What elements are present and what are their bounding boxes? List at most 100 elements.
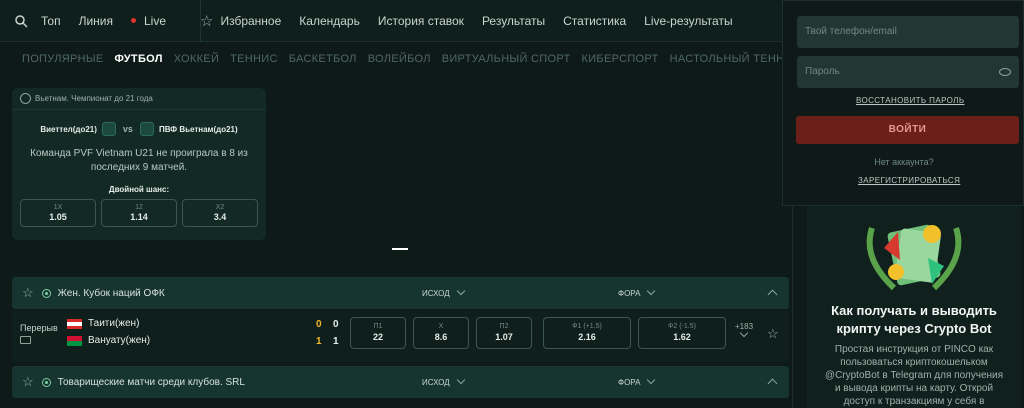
- odd-label: X2: [215, 204, 225, 211]
- tab-popular[interactable]: ПОПУЛЯРНЫЕ: [22, 53, 104, 65]
- tab-football[interactable]: ФУТБОЛ: [115, 53, 163, 65]
- score-team2-total: 1: [333, 336, 339, 347]
- tv-icon[interactable]: [20, 336, 31, 344]
- league-header-srl[interactable]: ☆ Товарищеские матчи среди клубов. SRL И…: [12, 366, 789, 398]
- odd-p1-button[interactable]: П1 22: [350, 317, 406, 349]
- card-home-team: Виеттел(до21): [40, 124, 97, 134]
- nav-statistics[interactable]: Статистика: [563, 14, 626, 28]
- promo-text-line: и вывода крипты на карту. Открой: [834, 383, 994, 394]
- odd-1x-button[interactable]: 1X 1.05: [20, 199, 96, 227]
- handicap-label: ФОРА: [618, 377, 641, 387]
- sidebar-divider: [792, 206, 793, 408]
- money-wreath-icon: [866, 224, 962, 291]
- odd-f2-button[interactable]: Ф2 (-1.5) 1.62: [638, 317, 726, 349]
- card-away-team: ПВФ Вьетнам(до21): [158, 124, 238, 134]
- odd-p2-button[interactable]: П2 1.07: [476, 317, 532, 349]
- chevron-down-icon: [456, 286, 465, 295]
- odd-value: 1.07: [495, 332, 513, 342]
- promo-text-line: Простая инструкция от PINCO как: [834, 344, 994, 355]
- login-button[interactable]: ВОЙТИ: [796, 116, 1019, 144]
- nav-calendar[interactable]: Календарь: [299, 14, 360, 28]
- score-team1-half: 0: [316, 319, 322, 330]
- chevron-down-icon: [739, 328, 749, 338]
- team1-name: Таити(жен): [88, 318, 140, 329]
- home-team-logo-icon: [101, 122, 116, 136]
- nav-bet-history[interactable]: История ставок: [378, 14, 464, 28]
- odd-x2-button[interactable]: X2 3.4: [182, 199, 258, 227]
- odd-value: 3.4: [213, 212, 227, 222]
- odd-label: 12: [135, 204, 143, 211]
- league-name: Товарищеские матчи среди клубов. SRL: [57, 376, 245, 388]
- outcome-column[interactable]: ИСХОД: [422, 286, 465, 298]
- tab-basketball[interactable]: БАСКЕТБОЛ: [289, 53, 357, 65]
- odd-value: 1.14: [130, 212, 148, 222]
- chevron-up-icon[interactable]: [767, 378, 778, 389]
- card-description: Команда PVF Vietnam U21 не проиграла в 8…: [12, 147, 266, 175]
- tab-hockey[interactable]: ХОККЕЙ: [174, 53, 219, 65]
- flag-icon: [67, 318, 82, 329]
- odd-label: П1: [373, 323, 383, 330]
- register-link[interactable]: ЗАРЕГИСТРИРОВАТЬСЯ: [858, 176, 960, 185]
- favorites-star-icon[interactable]: ☆: [200, 12, 213, 30]
- score-team1-total: 0: [333, 319, 339, 330]
- promo-text-line: пользоваться криптокошельком: [840, 357, 988, 368]
- nav-favorites[interactable]: Избранное: [220, 14, 281, 28]
- odd-label: 1X: [53, 204, 63, 211]
- promo-text: Простая инструкция от PINCO как пользова…: [807, 343, 1021, 408]
- more-markets-button[interactable]: +183: [735, 322, 753, 340]
- odd-12-button[interactable]: 12 1.14: [101, 199, 177, 227]
- chevron-down-icon: [647, 286, 656, 295]
- nav-divider: [200, 0, 201, 42]
- outcome-column[interactable]: ИСХОД: [422, 375, 465, 387]
- nav-results[interactable]: Результаты: [482, 14, 545, 28]
- card-teams: Виеттел(до21) vs ПВФ Вьетнам(до21): [12, 122, 266, 136]
- favorite-star-icon[interactable]: ☆: [22, 374, 34, 390]
- carousel-indicator[interactable]: [392, 248, 408, 250]
- top-navigation: Топ Линия Live ☆ Избранное Календарь Ист…: [0, 0, 790, 42]
- sport-tabs: ПОПУЛЯРНЫЕ ФУТБОЛ ХОККЕЙ ТЕННИС БАСКЕТБО…: [0, 43, 790, 75]
- featured-match-card[interactable]: Вьетнам. Чемпионат до 21 года Виеттел(до…: [12, 88, 266, 240]
- favorite-star-icon[interactable]: ☆: [767, 326, 779, 342]
- odd-f1-button[interactable]: Ф1 (+1.5) 2.16: [543, 317, 631, 349]
- football-icon: [20, 93, 31, 104]
- football-icon: [41, 288, 51, 298]
- password-input[interactable]: Пароль: [797, 56, 1019, 88]
- handicap-column[interactable]: ФОРА: [618, 286, 656, 298]
- team2: Вануату(жен): [67, 335, 150, 346]
- nav-live[interactable]: Live: [144, 14, 166, 28]
- favorite-star-icon[interactable]: ☆: [22, 285, 34, 301]
- tab-esports[interactable]: КИБЕРСПОРТ: [582, 53, 659, 65]
- odd-value: 1.05: [49, 212, 67, 222]
- away-team-logo-icon: [139, 122, 154, 136]
- match-status: Перерыв: [20, 323, 58, 333]
- promo-text-line: @CryptoBot в Telegram для получения: [824, 370, 1004, 381]
- login-panel: Твой телефон/email Пароль ВОССТАНОВИТЬ П…: [782, 0, 1024, 206]
- nav-top[interactable]: Топ: [41, 14, 61, 28]
- football-icon: [41, 377, 51, 387]
- handicap-column[interactable]: ФОРА: [618, 375, 656, 387]
- odd-x-button[interactable]: Х 8.6: [413, 317, 469, 349]
- flag-icon: [67, 335, 82, 346]
- league-name: Жен. Кубок наций ОФК: [57, 287, 165, 299]
- eye-icon[interactable]: [999, 68, 1011, 76]
- nav-line[interactable]: Линия: [79, 14, 113, 28]
- search-icon[interactable]: [15, 14, 28, 28]
- outcome-label: ИСХОД: [422, 288, 450, 298]
- match-row[interactable]: Перерыв Таити(жен) Вануату(жен) 0 0 1 1 …: [12, 310, 789, 362]
- nav-live-results[interactable]: Live-результаты: [644, 14, 732, 28]
- tab-tennis[interactable]: ТЕННИС: [230, 53, 278, 65]
- chevron-up-icon[interactable]: [767, 289, 778, 300]
- score-team2-half: 1: [316, 336, 322, 347]
- odd-label: Х: [438, 323, 444, 330]
- phone-email-input[interactable]: Твой телефон/email: [797, 16, 1019, 48]
- tab-table-tennis[interactable]: НАСТОЛЬНЫЙ ТЕННИС: [670, 53, 790, 65]
- chevron-down-icon: [647, 375, 656, 384]
- card-vs: vs: [122, 124, 133, 134]
- tab-volleyball[interactable]: ВОЛЕЙБОЛ: [368, 53, 431, 65]
- restore-password-link[interactable]: ВОССТАНОВИТЬ ПАРОЛЬ: [856, 96, 964, 105]
- no-account-text: Нет аккаунта?: [874, 157, 934, 167]
- crypto-promo-banner[interactable]: Как получать и выводить крипту через Cry…: [807, 206, 1021, 408]
- promo-title-line1: Как получать и выводить: [831, 303, 997, 318]
- tab-virtual-sport[interactable]: ВИРТУАЛЬНЫЙ СПОРТ: [442, 53, 571, 65]
- league-header-ofc[interactable]: ☆ Жен. Кубок наций ОФК ИСХОД ФОРА: [12, 277, 789, 309]
